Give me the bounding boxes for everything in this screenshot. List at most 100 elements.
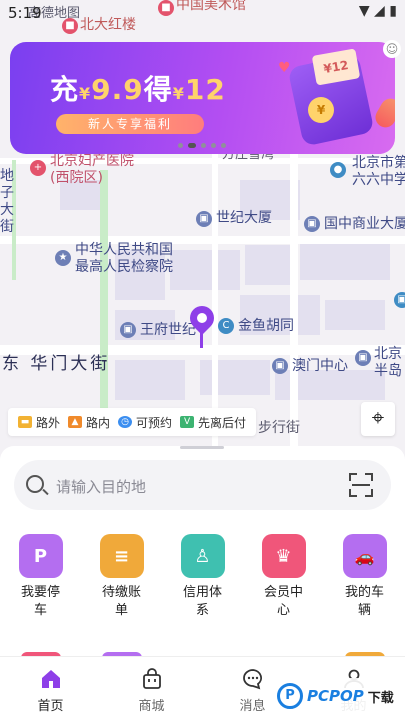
status-icons: ▼ ◢ ▮ [359, 3, 397, 19]
hospital-poi-icon: + [30, 160, 46, 176]
feature-label: 我要停车 [20, 585, 60, 618]
watermark-logo-icon: P [277, 683, 303, 709]
scan-icon[interactable] [349, 473, 373, 497]
watermark-logo: P PCPOP 下载 [277, 678, 401, 714]
locate-button[interactable]: ⌖ [361, 402, 395, 436]
banner-currency: ¥ [79, 84, 92, 103]
banner-tag: 新人专享福利 [56, 114, 204, 134]
vip-pay-icon: V [180, 416, 195, 428]
pagination-dot [221, 143, 226, 148]
feature-label: 待缴账单 [101, 585, 141, 618]
feature-parking[interactable]: P 我要停车 [0, 534, 81, 620]
building-poi-icon: ▣ [196, 211, 212, 227]
map-label-bandao: 半岛 [374, 363, 402, 379]
home-icon [41, 670, 60, 688]
feature-label: 信用体系 [182, 585, 222, 618]
banner-prefix: 充 [50, 73, 80, 106]
school-poi-icon: ● [330, 162, 346, 178]
legend-item: ◷ 可预约 [118, 414, 172, 431]
hotel-poi-icon: ▣ [355, 350, 371, 366]
map-label-beijing-r: 北京 [374, 346, 402, 362]
legend-label: 先离后付 [198, 415, 247, 430]
feature-label: 我的车辆 [344, 585, 384, 618]
legend-item: ▲ 路内 [68, 414, 110, 431]
government-poi-icon: ★ [55, 250, 71, 266]
map-label-shiji: 世纪大厦 [216, 210, 272, 226]
tab-label: 消息 [239, 699, 266, 714]
feature-vehicles[interactable]: 🚗 我的车辆 [324, 534, 405, 620]
map-label-buxingjie: 步行街 [258, 420, 300, 436]
map-label-fuchan-sub: (西院区) [50, 170, 103, 186]
pagination-dot [178, 143, 183, 148]
feature-bills[interactable]: ≡ 待缴账单 [81, 534, 162, 620]
building-poi-icon: ▣ [120, 322, 136, 338]
building-poi-icon: ▣ [394, 292, 405, 308]
tab-mall[interactable]: 商城 [101, 657, 202, 720]
map-label-jinyu: 金鱼胡同 [238, 318, 294, 334]
map-label-guozhong: 国中商业大厦 [324, 216, 405, 232]
watermark-text: PCPOP [307, 687, 364, 705]
map-label-fuchan: 北京妇产医院 [50, 153, 134, 169]
subway-poi-icon: C [218, 318, 234, 334]
car-icon: 🚗 [342, 534, 387, 578]
feature-credit[interactable]: ♙ 信用体系 [162, 534, 243, 620]
building-poi-icon: ▣ [304, 216, 320, 232]
street-parking-icon: ▲ [68, 416, 83, 428]
coin-icon: ¥ [308, 97, 334, 123]
promo-banner[interactable]: 充¥9.9得¥12 新人专享福利 ♥ ¥12 ¥ [10, 42, 395, 154]
pagination-dot [211, 143, 216, 148]
shield-user-icon: ♙ [180, 534, 225, 578]
signal-icon: ◢ [374, 3, 385, 19]
banner-amount-2: 12 [184, 73, 226, 106]
flame-icon [371, 95, 395, 131]
crown-icon: ♛ [261, 534, 306, 578]
parking-icon: P [18, 534, 63, 578]
avatar[interactable]: ☺ [383, 40, 401, 58]
feature-membership[interactable]: ♛ 会员中心 [243, 534, 324, 620]
banner-amount-1: 9.9 [91, 73, 144, 106]
shopping-bag-icon [142, 668, 161, 689]
parking-legend: ▬ 路外 ▲ 路内 ◷ 可预约 V 先离后付 [8, 408, 257, 436]
legend-label: 可预约 [136, 415, 173, 430]
map-label-jianchayuan-2: 最高人民检察院 [75, 259, 173, 275]
banner-middle: 得 [143, 73, 173, 106]
location-pin-stem [200, 328, 203, 348]
tab-label: 商城 [138, 699, 165, 714]
battery-icon: ▮ [389, 3, 397, 19]
legend-label: 路外 [36, 415, 61, 430]
banner-currency: ¥ [172, 84, 185, 103]
map-label-vertical: 地 子 大 街 [0, 168, 14, 235]
map-label-wangfu: 王府世纪 [140, 322, 196, 338]
heart-icon: ♥ [278, 60, 291, 76]
banner-pagination [178, 143, 226, 148]
tab-label: 首页 [37, 699, 64, 714]
feature-label: 会员中心 [263, 585, 303, 618]
crosshair-icon: ⌖ [371, 406, 385, 431]
building-poi-icon: ▣ [272, 358, 288, 374]
wifi-icon: ▼ [358, 3, 370, 19]
legend-label: 路内 [86, 415, 111, 430]
search-input[interactable]: 请输入目的地 [56, 476, 146, 497]
legend-item: ▬ 路外 [18, 414, 60, 431]
pagination-dot [201, 143, 206, 148]
map-label-donghuamen: 东 华门大街 [2, 354, 111, 374]
legend-item: V 先离后付 [180, 414, 246, 431]
parking-lot-icon: ▬ [18, 416, 32, 428]
search-icon [26, 475, 44, 493]
status-bar: 5:19 ▼ ◢ ▮ [0, 0, 405, 26]
banner-title: 充¥9.9得¥12 [50, 68, 226, 108]
message-icon [242, 669, 262, 690]
tab-home[interactable]: 首页 [0, 657, 101, 720]
pagination-dot-active [188, 143, 196, 148]
search-bar[interactable]: 请输入目的地 [14, 460, 391, 510]
map-label-beijing-di: 北京市第 [352, 155, 405, 171]
clock-icon: ◷ [118, 416, 133, 428]
feature-grid: P 我要停车 ≡ 待缴账单 ♙ 信用体系 ♛ 会员中心 🚗 我的车辆 [0, 534, 405, 620]
map-label-aomen: 澳门中心 [292, 358, 348, 374]
status-time: 5:19 [8, 4, 42, 22]
map-label-liushi: 六六中学 [352, 172, 405, 188]
map-label-jianchayuan-1: 中华人民共和国 [75, 242, 173, 258]
drag-handle[interactable] [180, 446, 224, 449]
bill-icon: ≡ [99, 534, 144, 578]
watermark-sub: 下载 [367, 690, 394, 706]
